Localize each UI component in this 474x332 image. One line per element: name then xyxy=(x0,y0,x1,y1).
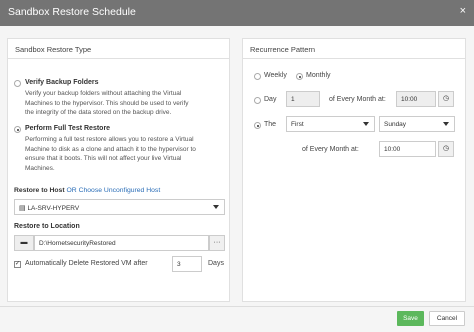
close-icon[interactable]: × xyxy=(460,5,466,17)
weekday-select[interactable]: Sunday xyxy=(379,116,455,132)
weekday-value: Sunday xyxy=(384,121,407,128)
time-input-2[interactable]: 10:00 xyxy=(379,141,436,157)
full-restore-radio[interactable] xyxy=(14,126,21,133)
time-value-2: 10:00 xyxy=(384,146,401,153)
server-icon: ▤ xyxy=(19,205,26,212)
auto-delete-label: Automatically Delete Restored VM after xyxy=(25,260,148,267)
chevron-down-icon xyxy=(363,122,369,126)
full-restore-label: Perform Full Test Restore xyxy=(25,125,111,132)
auto-delete-checkbox[interactable]: ✓ xyxy=(14,261,21,268)
the-label: The xyxy=(264,121,277,128)
location-value: D:\HornetsecurityRestored xyxy=(39,240,116,247)
weekly-label: Weekly xyxy=(264,72,287,79)
restore-location-label: Restore to Location xyxy=(14,223,80,230)
week-value: First xyxy=(291,121,304,128)
verify-backup-radio[interactable] xyxy=(14,80,21,87)
day-label: Day xyxy=(264,96,277,103)
chevron-down-icon xyxy=(213,205,219,209)
folder-icon: ▬ xyxy=(14,235,34,251)
clock-icon[interactable]: ◷ xyxy=(438,141,454,157)
dialog-header: Sandbox Restore Schedule × xyxy=(0,0,474,26)
day-value: 1 xyxy=(291,96,295,103)
chevron-down-icon xyxy=(443,122,449,126)
the-radio[interactable] xyxy=(254,122,261,129)
day-radio[interactable] xyxy=(254,97,261,104)
cancel-button[interactable]: Cancel xyxy=(429,311,465,326)
monthly-label: Monthly xyxy=(306,72,331,79)
browse-button[interactable]: ··· xyxy=(209,235,225,251)
restore-host-label: Restore to Host xyxy=(14,187,65,194)
full-restore-description: Performing a full test restore allows yo… xyxy=(25,136,196,172)
restore-host-row: Restore to Host OR Choose Unconfigured H… xyxy=(14,187,160,194)
restore-type-title: Sandbox Restore Type xyxy=(8,39,229,59)
footer-divider xyxy=(0,306,474,307)
every-month-label-2: of Every Month at: xyxy=(302,146,359,153)
weekly-radio[interactable] xyxy=(254,73,261,80)
days-value: 3 xyxy=(177,261,181,268)
days-label: Days xyxy=(208,260,224,267)
time-input-1[interactable]: 10:00 xyxy=(396,91,436,107)
recurrence-title: Recurrence Pattern xyxy=(243,39,465,59)
monthly-radio[interactable] xyxy=(296,73,303,80)
day-input[interactable]: 1 xyxy=(286,91,320,107)
dialog-body: Sandbox Restore Type Verify Backup Folde… xyxy=(0,26,474,332)
every-month-label-1: of Every Month at: xyxy=(329,96,386,103)
clock-icon[interactable]: ◷ xyxy=(438,91,454,107)
host-value: LA-SRV-HYPERV xyxy=(27,205,80,212)
verify-backup-description: Verify your backup folders without attac… xyxy=(25,90,189,116)
recurrence-panel: Recurrence Pattern Weekly Monthly Day 1 … xyxy=(242,38,466,302)
save-button[interactable]: Save xyxy=(397,311,424,326)
restore-type-panel: Sandbox Restore Type Verify Backup Folde… xyxy=(7,38,230,302)
dialog-title: Sandbox Restore Schedule xyxy=(8,6,136,18)
days-input[interactable]: 3 xyxy=(172,256,202,272)
host-select[interactable]: ▤ LA-SRV-HYPERV xyxy=(14,199,225,215)
or-text: OR xyxy=(66,187,77,194)
choose-unconfigured-host-link[interactable]: Choose Unconfigured Host xyxy=(79,187,161,194)
location-input[interactable]: D:\HornetsecurityRestored xyxy=(34,235,209,251)
week-select[interactable]: First xyxy=(286,116,375,132)
time-value-1: 10:00 xyxy=(401,96,418,103)
verify-backup-label: Verify Backup Folders xyxy=(25,79,99,86)
